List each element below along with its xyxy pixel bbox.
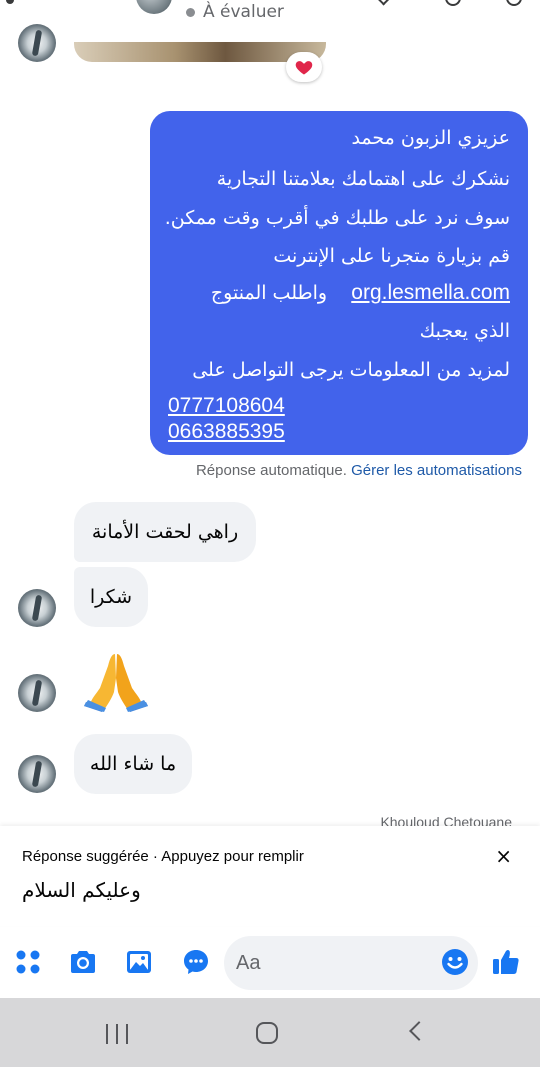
- phone-link[interactable]: 0777108604: [168, 394, 285, 418]
- recent-apps-icon[interactable]: [106, 1024, 128, 1044]
- system-navbar: [0, 998, 540, 1067]
- message-composer: Aa: [0, 928, 540, 998]
- auto-reply-label: Réponse automatique.: [195, 462, 347, 479]
- sender-avatar[interactable]: [18, 589, 56, 627]
- back-icon[interactable]: [6, 0, 14, 4]
- gallery-icon[interactable]: [123, 946, 155, 978]
- message-bubble[interactable]: ما شاء الله: [74, 734, 192, 794]
- close-icon[interactable]: ×: [495, 844, 512, 868]
- menu-dots-icon[interactable]: [12, 946, 44, 978]
- manage-automations-link[interactable]: Gérer les automatisations: [351, 462, 522, 479]
- message-bubble[interactable]: راهي لحقت الأمانة: [74, 502, 256, 562]
- auto-reply-line: واطلب المنتوج: [210, 282, 328, 304]
- auto-reply-note: Réponse automatique. Gérer les automatis…: [196, 462, 522, 479]
- contact-avatar[interactable]: [136, 0, 172, 14]
- auto-reply-line: نشكرك على اهتمامك بعلامتنا التجارية: [216, 168, 510, 190]
- auto-reply-line: قم بزيارة متجرنا على الإنترنت: [273, 245, 510, 267]
- message-text: شكرا: [89, 586, 133, 608]
- status-dot-icon: [186, 7, 195, 17]
- message-text: ما شاء الله: [89, 753, 177, 775]
- suggested-reply-panel: Réponse suggérée · Appuyez pour remplir …: [0, 826, 540, 926]
- heart-reaction[interactable]: [286, 52, 322, 82]
- contact-status: À évaluer: [186, 2, 284, 22]
- sender-avatar[interactable]: [18, 755, 56, 793]
- thumbs-up-icon[interactable]: [490, 946, 522, 978]
- auto-reply-line: الذي يعجبك: [419, 320, 510, 342]
- camera-icon[interactable]: [67, 946, 99, 978]
- heart-icon: [295, 61, 313, 75]
- auto-reply-bubble[interactable]: عزيزي الزبون محمد نشكرك على اهتمامك بعلا…: [150, 111, 528, 455]
- message-text: راهي لحقت الأمانة: [91, 521, 239, 543]
- message-bubble[interactable]: شكرا: [74, 567, 148, 627]
- auto-reply-line: لمزيد من المعلومات يرجى التواصل على: [192, 359, 510, 381]
- suggested-reply-header: Réponse suggérée · Appuyez pour remplir: [22, 848, 304, 865]
- auto-reply-link-line: واطلب المنتوج org.lesmella.com: [211, 281, 510, 305]
- emoji-icon[interactable]: [439, 946, 471, 978]
- phone-link[interactable]: 0663885395: [168, 420, 285, 444]
- messenger-screen: À évaluer عزيزي الزبون محمد نشكرك على اه…: [0, 0, 540, 1067]
- call-icon[interactable]: [376, 0, 394, 6]
- auto-reply-line: سوف نرد على طلبك في أقرب وقت ممكن.: [164, 207, 510, 229]
- home-icon[interactable]: [256, 1022, 278, 1044]
- sender-avatar[interactable]: [18, 24, 56, 62]
- suggested-reply-text[interactable]: وعليكم السلام: [22, 878, 141, 902]
- praying-hands-icon[interactable]: [82, 648, 150, 712]
- status-label: À évaluer: [203, 2, 284, 22]
- auto-reply-line: عزيزي الزبون محمد: [351, 127, 510, 149]
- info-icon[interactable]: [506, 0, 522, 6]
- video-icon[interactable]: [445, 0, 461, 6]
- message-input-placeholder: Aa: [236, 951, 261, 974]
- chat-header: À évaluer: [0, 0, 540, 30]
- chat-bubble-icon[interactable]: [180, 946, 212, 978]
- store-link[interactable]: org.lesmella.com: [351, 281, 510, 304]
- back-nav-icon[interactable]: [409, 1021, 429, 1041]
- sender-avatar[interactable]: [18, 674, 56, 712]
